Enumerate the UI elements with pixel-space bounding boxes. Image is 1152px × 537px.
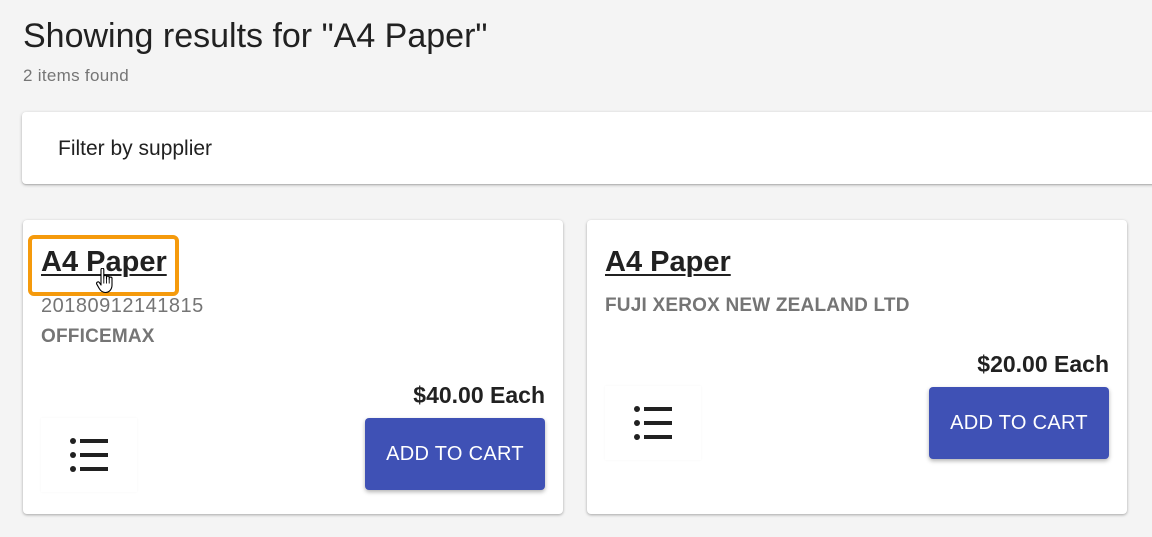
product-supplier: FUJI XEROX NEW ZEALAND LTD bbox=[605, 295, 910, 316]
product-code: 20180912141815 bbox=[41, 295, 204, 317]
filter-label: Filter by supplier bbox=[58, 137, 213, 160]
hand-pointer-icon bbox=[96, 268, 113, 294]
product-price: $40.00 Each bbox=[413, 382, 545, 408]
product-card: A4 Paper 20180912141815 OFFICEMAX $40.00… bbox=[23, 220, 563, 514]
page-title: Showing results for "A4 Paper" bbox=[23, 17, 488, 55]
result-count: 2 items found bbox=[23, 66, 129, 85]
product-name-link[interactable]: A4 Paper bbox=[605, 245, 731, 279]
list-icon bbox=[634, 406, 672, 440]
add-to-cart-button[interactable]: ADD TO CART bbox=[365, 418, 545, 490]
list-icon bbox=[70, 438, 108, 472]
product-card: A4 Paper FUJI XEROX NEW ZEALAND LTD $20.… bbox=[587, 220, 1127, 514]
filter-by-supplier-panel[interactable]: Filter by supplier bbox=[22, 112, 1152, 184]
add-to-cart-button[interactable]: ADD TO CART bbox=[929, 387, 1109, 459]
product-price: $20.00 Each bbox=[977, 351, 1109, 377]
product-list-button[interactable] bbox=[41, 418, 137, 492]
product-list-button[interactable] bbox=[605, 386, 701, 460]
product-supplier: OFFICEMAX bbox=[41, 326, 155, 347]
